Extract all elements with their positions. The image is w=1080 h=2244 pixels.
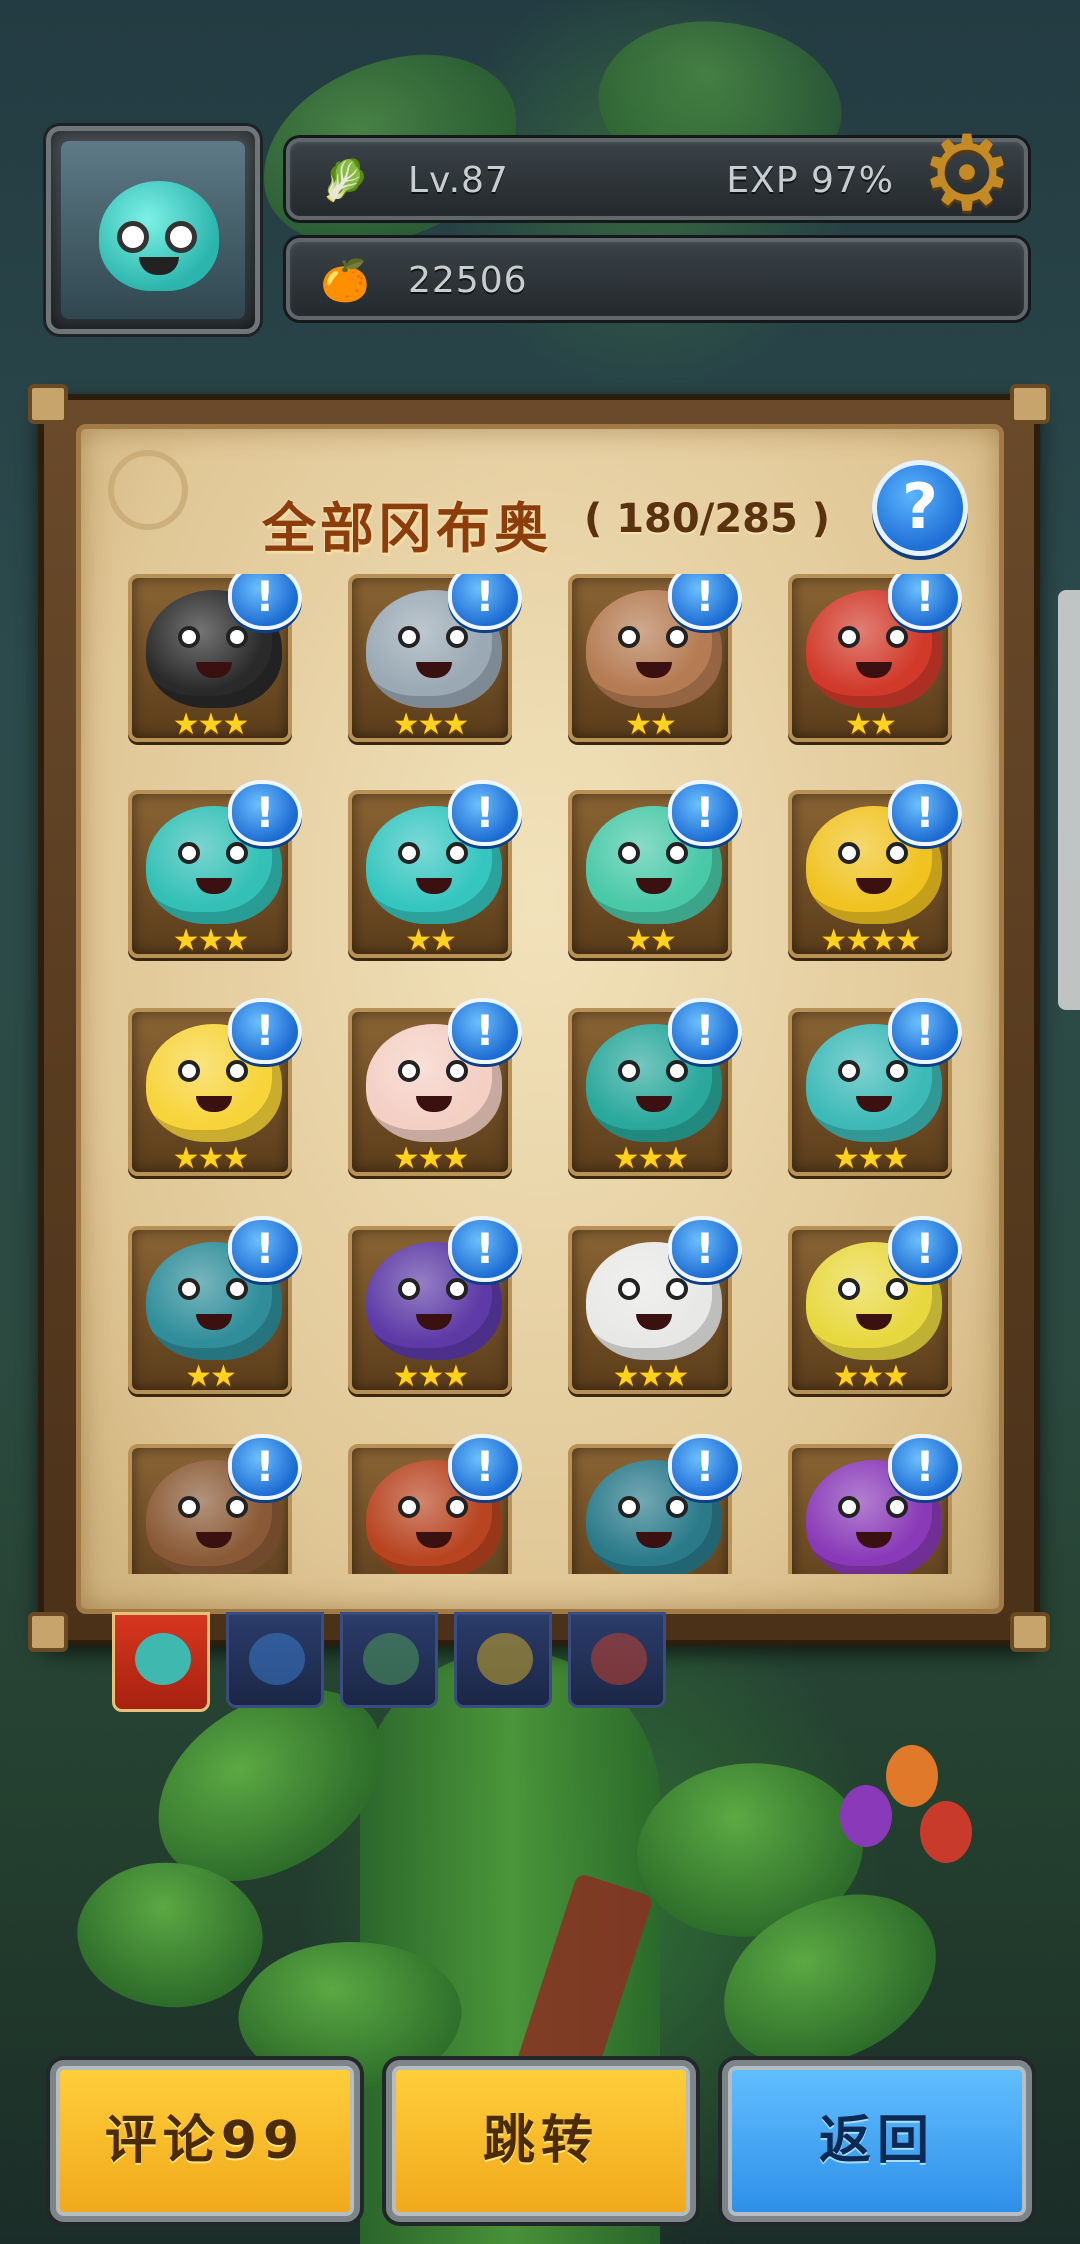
character-card[interactable]: ★★! <box>128 1216 302 1394</box>
new-badge-icon: ! <box>448 1216 522 1282</box>
scrollbar[interactable] <box>1058 590 1080 1010</box>
tab-blue[interactable] <box>226 1612 324 1708</box>
level-text: Lv.87 <box>408 160 509 201</box>
currency-amount: 22506 <box>408 260 528 301</box>
character-card[interactable]: ! <box>348 1434 522 1574</box>
star-rating: ★★★★ <box>820 923 922 958</box>
new-badge-icon: ! <box>228 780 302 846</box>
exp-text: EXP 97% <box>726 160 894 201</box>
character-card[interactable]: ★★★! <box>348 998 522 1176</box>
character-card[interactable]: ★★★! <box>128 574 302 742</box>
character-card[interactable]: ★★★! <box>128 780 302 958</box>
tab-red[interactable] <box>568 1612 666 1708</box>
tab-character-icon <box>591 1633 647 1685</box>
character-card[interactable]: ★★! <box>788 574 962 742</box>
panel-corner <box>1010 384 1050 424</box>
new-badge-icon: ! <box>448 998 522 1064</box>
character-card[interactable]: ★★★! <box>788 998 962 1176</box>
star-rating: ★★★ <box>392 1141 470 1176</box>
comment-button[interactable]: 评论99 <box>50 2060 360 2222</box>
emblem-icon <box>108 450 188 530</box>
star-rating: ★★★ <box>392 1359 470 1394</box>
character-grid: ★★★! ★★★! ★★! ★★! ★★★! ★★! ★★! ★★★★! ★★★! ★★★! ★★★… <box>108 574 988 1574</box>
new-badge-icon: ! <box>668 574 742 630</box>
fruit-icon: 🍊 <box>320 258 370 304</box>
star-rating: ★★★ <box>392 707 470 742</box>
new-badge-icon: ! <box>228 1216 302 1282</box>
star-rating: ★★ <box>625 923 677 958</box>
jump-button[interactable]: 跳转 <box>386 2060 696 2222</box>
new-badge-icon: ! <box>448 780 522 846</box>
player-avatar[interactable] <box>46 126 260 334</box>
panel-title: 全部冈布奥 <box>262 497 552 560</box>
back-button[interactable]: 返回 <box>722 2060 1032 2222</box>
tab-green[interactable] <box>340 1612 438 1708</box>
gear-icon[interactable]: ⚙ <box>912 118 1022 228</box>
currency-bar: 🍊 22506 <box>286 238 1028 320</box>
star-rating: ★★★ <box>172 923 250 958</box>
tab-character-icon <box>477 1633 533 1685</box>
new-badge-icon: ! <box>888 780 962 846</box>
character-card[interactable]: ! <box>128 1434 302 1574</box>
tab-character-icon <box>249 1633 305 1685</box>
star-rating: ★★ <box>625 707 677 742</box>
character-card[interactable]: ★★★★! <box>788 780 962 958</box>
character-card[interactable]: ★★★! <box>568 998 742 1176</box>
new-badge-icon: ! <box>668 1216 742 1282</box>
new-badge-icon: ! <box>888 1216 962 1282</box>
panel-corner <box>28 1612 68 1652</box>
tab-gold[interactable] <box>454 1612 552 1708</box>
tab-all[interactable] <box>112 1612 210 1712</box>
new-badge-icon: ! <box>228 574 302 630</box>
help-button[interactable]: ? <box>872 460 968 556</box>
new-badge-icon: ! <box>888 1434 962 1500</box>
character-card[interactable]: ★★! <box>348 780 522 958</box>
star-rating: ★★★ <box>172 1141 250 1176</box>
character-card[interactable]: ★★★! <box>348 1216 522 1394</box>
new-badge-icon: ! <box>228 998 302 1064</box>
star-rating: ★★★ <box>612 1359 690 1394</box>
new-badge-icon: ! <box>668 998 742 1064</box>
character-card[interactable]: ★★★! <box>348 574 522 742</box>
character-card[interactable]: ★★! <box>568 574 742 742</box>
new-badge-icon: ! <box>448 1434 522 1500</box>
character-card[interactable]: ★★★! <box>128 998 302 1176</box>
star-rating: ★★★ <box>612 1141 690 1176</box>
collection-count: ( 180/285 ) <box>584 496 831 542</box>
character-card[interactable]: ★★! <box>568 780 742 958</box>
star-rating: ★★ <box>185 1359 237 1394</box>
character-card[interactable]: ! <box>568 1434 742 1574</box>
new-badge-icon: ! <box>668 1434 742 1500</box>
star-rating: ★★★ <box>832 1359 910 1394</box>
tab-character-icon <box>135 1633 191 1685</box>
new-badge-icon: ! <box>888 574 962 630</box>
character-card[interactable]: ★★★! <box>788 1216 962 1394</box>
new-badge-icon: ! <box>668 780 742 846</box>
panel-corner <box>1010 1612 1050 1652</box>
new-badge-icon: ! <box>228 1434 302 1500</box>
star-rating: ★★ <box>405 923 457 958</box>
new-badge-icon: ! <box>888 998 962 1064</box>
new-badge-icon: ! <box>448 574 522 630</box>
panel-corner <box>28 384 68 424</box>
character-card[interactable]: ! <box>788 1434 962 1574</box>
cabbage-icon: 🥬 <box>320 158 370 204</box>
character-card[interactable]: ★★★! <box>568 1216 742 1394</box>
tab-character-icon <box>363 1633 419 1685</box>
star-rating: ★★★ <box>172 707 250 742</box>
star-rating: ★★★ <box>832 1141 910 1176</box>
star-rating: ★★ <box>845 707 897 742</box>
